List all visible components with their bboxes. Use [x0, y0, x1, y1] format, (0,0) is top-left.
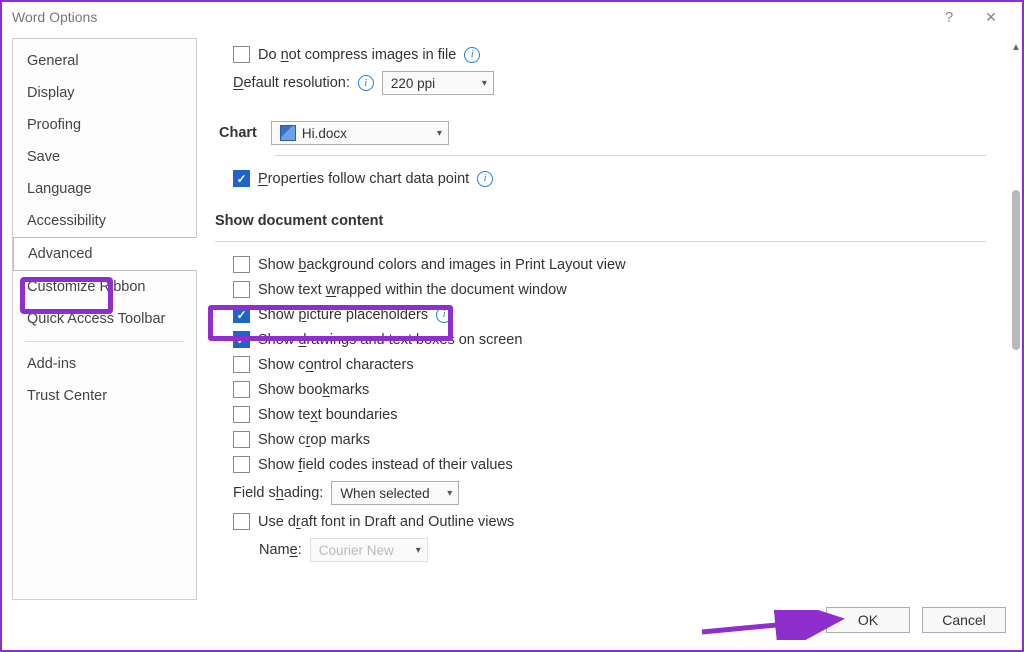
chart-document-select[interactable]: Hi.docx ▾: [271, 121, 449, 145]
option-label: Show field codes instead of their values: [258, 457, 513, 473]
option-label: Use draft font in Draft and Outline view…: [258, 514, 514, 530]
option-control-characters[interactable]: Show control characters: [215, 352, 986, 377]
chevron-down-icon: ▾: [482, 78, 487, 89]
checkbox[interactable]: [233, 513, 250, 530]
titlebar: Word Options ? ✕: [2, 2, 1022, 32]
option-label: Show picture placeholders: [258, 307, 428, 323]
select-value: Hi.docx: [302, 126, 347, 141]
nav-item-addins[interactable]: Add-ins: [13, 348, 196, 380]
option-do-not-compress[interactable]: Do not compress images in file: [215, 42, 986, 67]
option-properties-follow[interactable]: Properties follow chart data point: [215, 166, 986, 191]
nav-item-trust-center[interactable]: Trust Center: [13, 380, 196, 412]
info-icon[interactable]: [477, 171, 493, 187]
chevron-down-icon: ▾: [437, 128, 442, 139]
close-button[interactable]: ✕: [970, 5, 1012, 29]
section-show-document-content: Show document content: [215, 213, 986, 229]
option-picture-placeholders[interactable]: Show picture placeholders: [215, 302, 986, 327]
option-drawings[interactable]: Show drawings and text boxes on screen: [215, 327, 986, 352]
option-label: Properties follow chart data point: [258, 171, 469, 187]
section-chart: Chart: [219, 125, 257, 141]
checkbox[interactable]: [233, 256, 250, 273]
help-button[interactable]: ?: [928, 5, 970, 29]
checkbox[interactable]: [233, 431, 250, 448]
option-label: Show bookmarks: [258, 382, 369, 398]
select-value: 220 ppi: [391, 76, 435, 91]
dialog-button-bar: OK Cancel: [2, 600, 1022, 640]
option-label: Show text wrapped within the document wi…: [258, 282, 567, 298]
option-crop-marks[interactable]: Show crop marks: [215, 427, 986, 452]
draft-font-name-row: Name: Courier New ▾: [215, 534, 986, 566]
info-icon[interactable]: [436, 307, 452, 323]
option-label: Show drawings and text boxes on screen: [258, 332, 522, 348]
checkbox[interactable]: [233, 306, 250, 323]
nav-item-customize-ribbon[interactable]: Customize Ribbon: [13, 271, 196, 303]
checkbox[interactable]: [233, 281, 250, 298]
select-value: When selected: [340, 486, 429, 501]
option-field-codes[interactable]: Show field codes instead of their values: [215, 452, 986, 477]
name-label: Name:: [259, 542, 302, 558]
field-shading-label: Field shading:: [233, 485, 323, 501]
info-icon[interactable]: [464, 47, 480, 63]
chevron-down-icon: ▾: [416, 545, 421, 556]
ok-button[interactable]: OK: [826, 607, 910, 633]
default-resolution-label: Default resolution:: [233, 75, 350, 91]
nav-item-language[interactable]: Language: [13, 173, 196, 205]
chevron-down-icon: ▾: [447, 488, 452, 499]
option-text-wrapped[interactable]: Show text wrapped within the document wi…: [215, 277, 986, 302]
option-label: Show control characters: [258, 357, 414, 373]
checkbox[interactable]: [233, 406, 250, 423]
field-shading-select[interactable]: When selected ▾: [331, 481, 459, 505]
option-bookmarks[interactable]: Show bookmarks: [215, 377, 986, 402]
checkbox[interactable]: [233, 170, 250, 187]
scroll-up-arrow[interactable]: ▲: [1009, 40, 1023, 54]
select-value: Courier New: [319, 543, 394, 558]
option-label: Do not compress images in file: [258, 47, 456, 63]
nav-item-save[interactable]: Save: [13, 141, 196, 173]
option-background-colors[interactable]: Show background colors and images in Pri…: [215, 252, 986, 277]
option-label: Show background colors and images in Pri…: [258, 257, 626, 273]
checkbox[interactable]: [233, 381, 250, 398]
content-pane: Do not compress images in file Default r…: [205, 38, 1012, 600]
field-shading-row: Field shading: When selected ▾: [215, 477, 986, 509]
nav-item-general[interactable]: General: [13, 45, 196, 77]
checkbox[interactable]: [233, 46, 250, 63]
nav-item-quick-access[interactable]: Quick Access Toolbar: [13, 303, 196, 335]
checkbox[interactable]: [233, 331, 250, 348]
checkbox[interactable]: [233, 356, 250, 373]
nav-separator: [25, 341, 184, 342]
nav-item-display[interactable]: Display: [13, 77, 196, 109]
vertical-scrollbar[interactable]: ▲: [1009, 40, 1023, 648]
default-resolution-row: Default resolution: 220 ppi ▾: [215, 67, 986, 99]
default-resolution-select[interactable]: 220 ppi ▾: [382, 71, 494, 95]
nav-item-advanced[interactable]: Advanced: [13, 237, 197, 271]
option-draft-font[interactable]: Use draft font in Draft and Outline view…: [215, 509, 986, 534]
draft-font-name-select: Courier New ▾: [310, 538, 428, 562]
scroll-thumb[interactable]: [1012, 190, 1020, 350]
info-icon[interactable]: [358, 75, 374, 91]
window-title: Word Options: [12, 9, 97, 25]
cancel-button[interactable]: Cancel: [922, 607, 1006, 633]
nav-item-proofing[interactable]: Proofing: [13, 109, 196, 141]
option-label: Show text boundaries: [258, 407, 397, 423]
checkbox[interactable]: [233, 456, 250, 473]
word-doc-icon: [280, 125, 296, 141]
nav-item-accessibility[interactable]: Accessibility: [13, 205, 196, 237]
option-label: Show crop marks: [258, 432, 370, 448]
option-text-boundaries[interactable]: Show text boundaries: [215, 402, 986, 427]
nav-sidebar: General Display Proofing Save Language A…: [12, 38, 197, 600]
